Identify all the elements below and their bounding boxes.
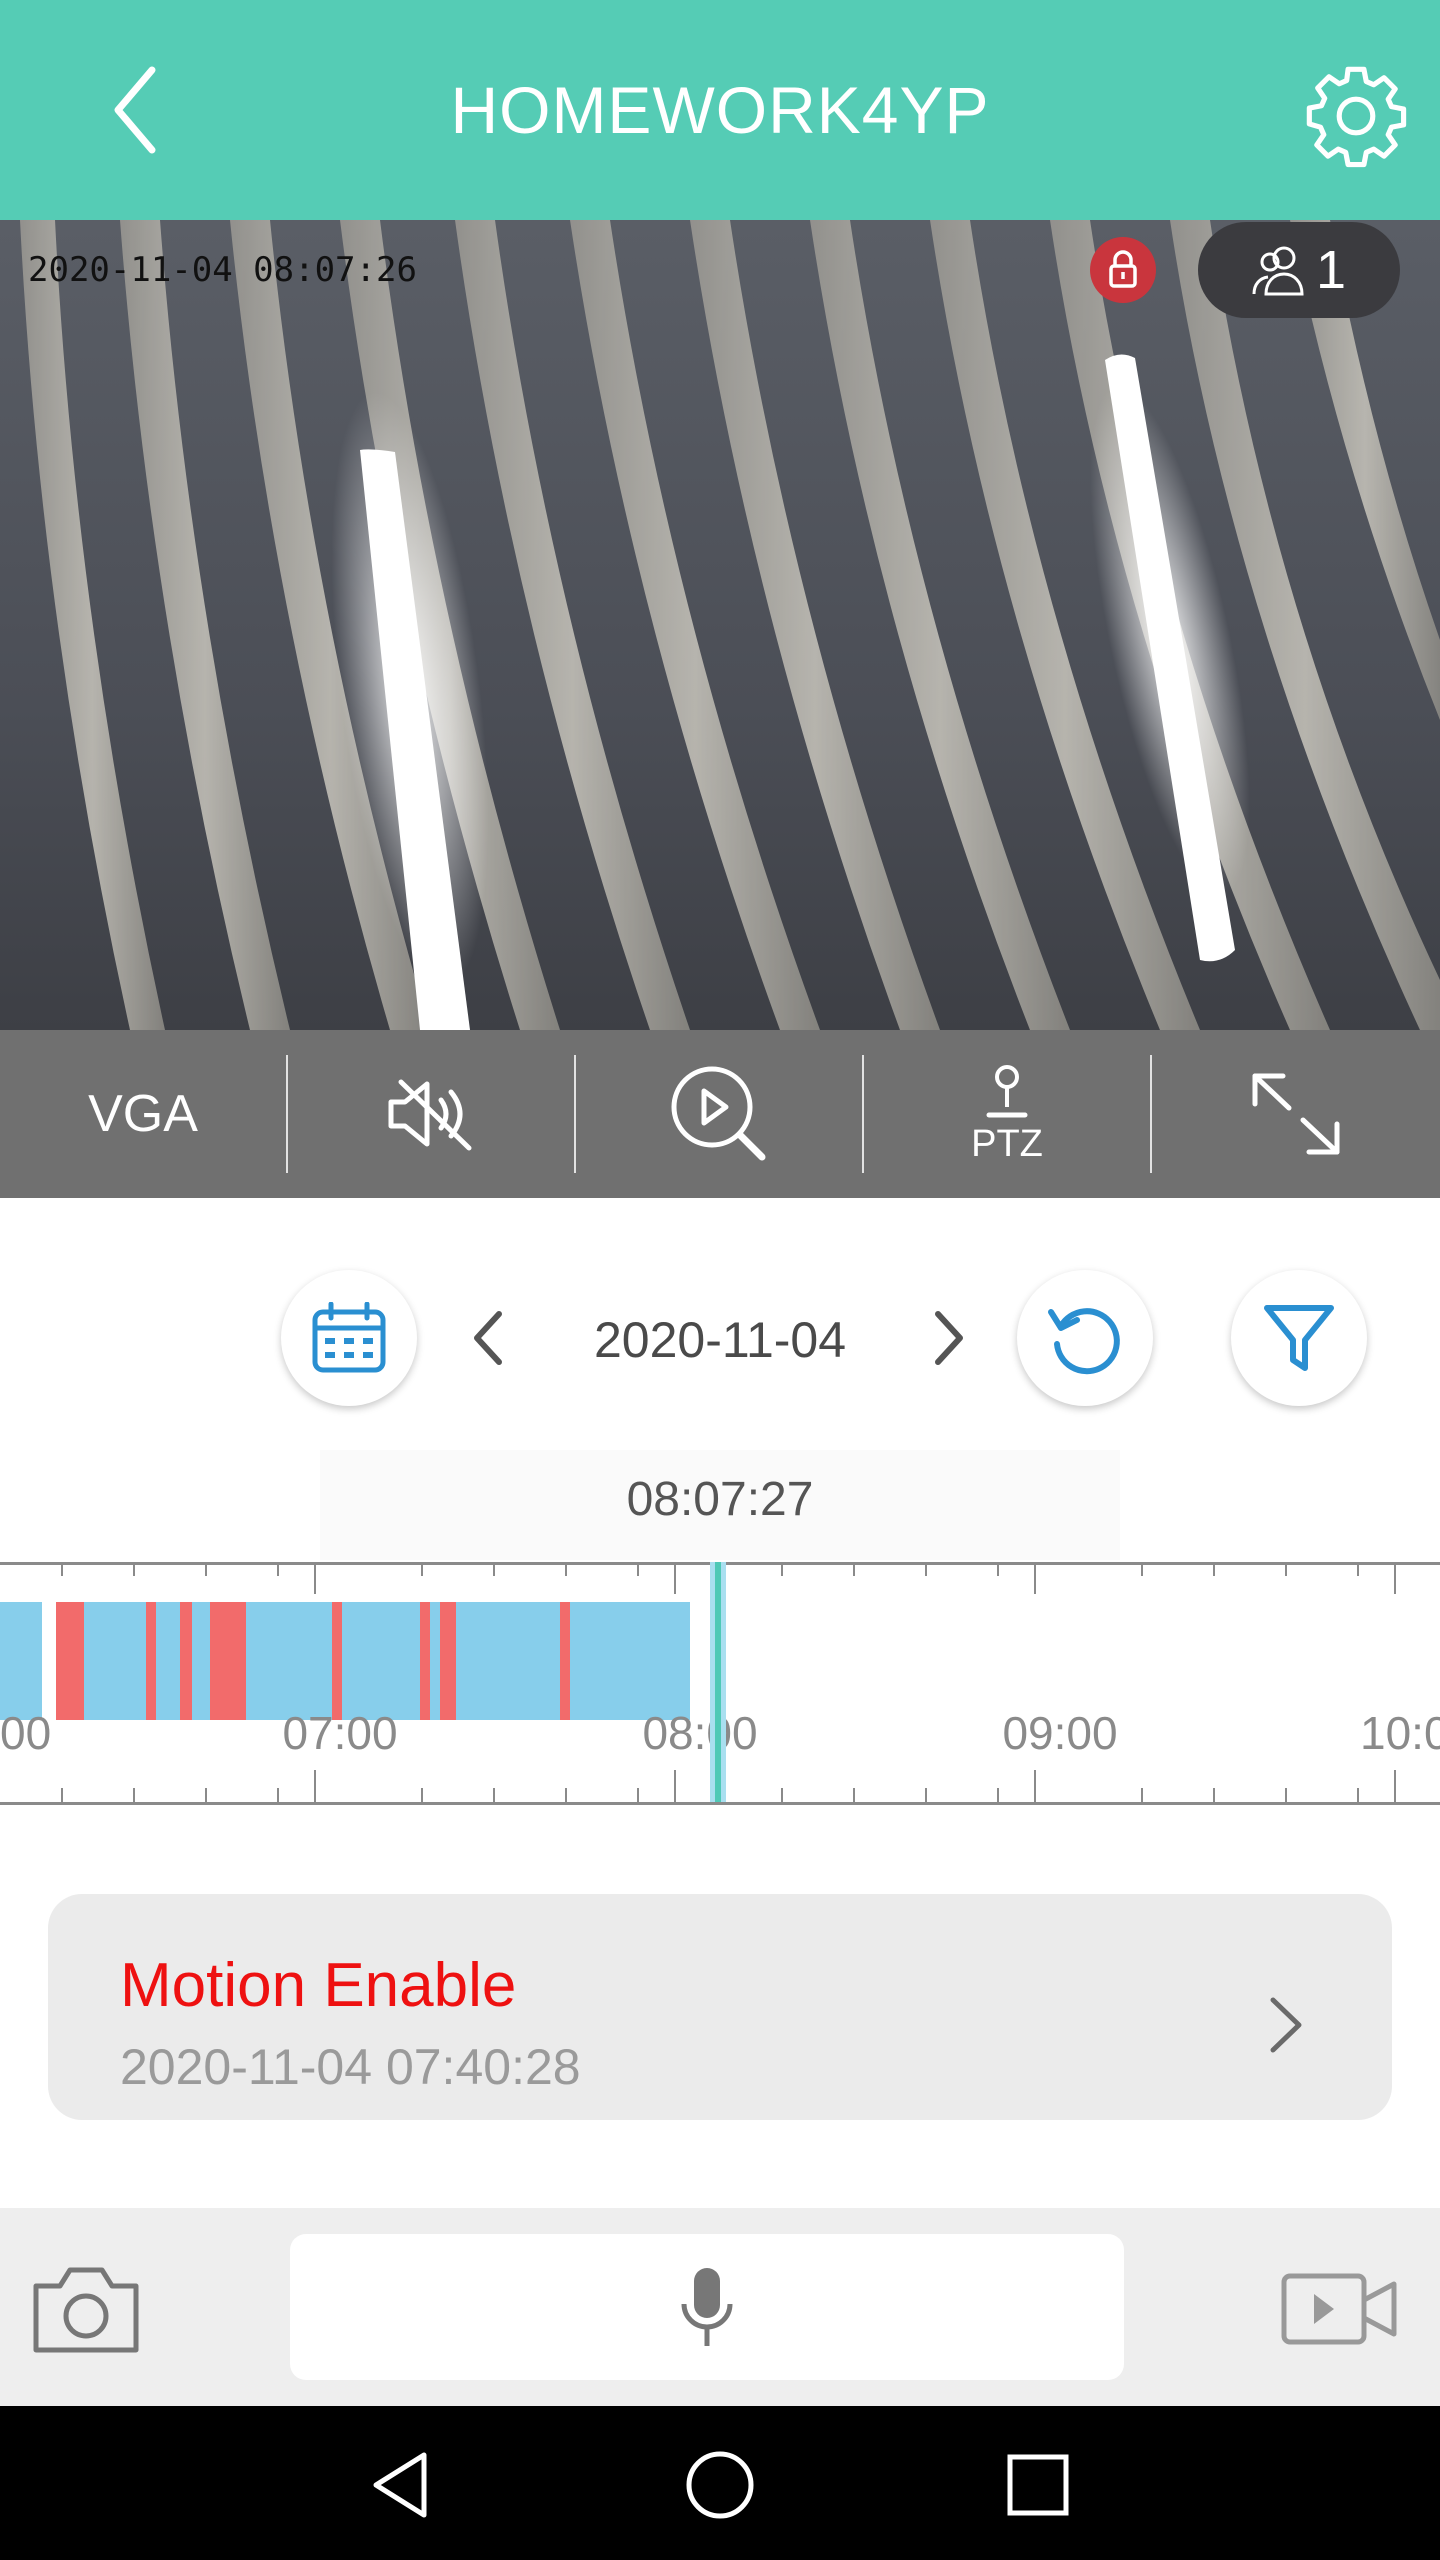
timeline-hour-label: 07:00 xyxy=(282,1707,398,1759)
system-recents-button[interactable] xyxy=(998,2445,1078,2525)
previous-date-button[interactable] xyxy=(455,1298,525,1378)
fullscreen-button[interactable] xyxy=(1152,1030,1440,1198)
chevron-right-icon xyxy=(935,1311,963,1365)
refresh-button[interactable] xyxy=(1017,1270,1153,1406)
timeline-hour-label: 09:00 xyxy=(1002,1707,1118,1759)
video-record-icon xyxy=(1281,2273,1397,2345)
recording-segment xyxy=(0,1602,42,1720)
motion-segment xyxy=(146,1602,156,1720)
system-back-button[interactable] xyxy=(362,2445,442,2525)
mute-icon xyxy=(388,1079,472,1151)
motion-segment xyxy=(560,1602,570,1720)
people-icon xyxy=(1252,246,1304,296)
calendar-button[interactable] xyxy=(281,1270,417,1406)
system-home-button[interactable] xyxy=(680,2445,760,2525)
camera-icon xyxy=(33,2267,139,2353)
next-date-button[interactable] xyxy=(912,1298,982,1378)
motion-segment xyxy=(180,1602,192,1720)
mute-button[interactable] xyxy=(288,1030,574,1198)
resolution-button[interactable]: VGA xyxy=(0,1030,286,1198)
back-button[interactable] xyxy=(90,60,190,160)
nav-home-icon xyxy=(686,2451,754,2519)
timeline-hour-label: 08:00 xyxy=(642,1707,758,1759)
refresh-icon xyxy=(1048,1308,1120,1375)
event-time: 2020-11-04 07:40:28 xyxy=(120,2039,581,2095)
ptz-button[interactable]: PTZ xyxy=(864,1030,1150,1198)
nav-recents-icon xyxy=(1007,2454,1069,2516)
timeline-hour-label: 00 xyxy=(0,1707,52,1759)
timeline-bottom-border xyxy=(0,1802,1440,1805)
settings-button[interactable] xyxy=(1300,60,1412,172)
event-open-button[interactable] xyxy=(1255,1990,1315,2060)
timeline-cursor[interactable] xyxy=(715,1562,721,1802)
nav-back-icon xyxy=(373,2452,427,2518)
ptz-label: PTZ xyxy=(971,1122,1043,1165)
motion-segment xyxy=(332,1602,342,1720)
event-title: Motion Enable xyxy=(120,1951,517,2020)
gear-icon xyxy=(1306,66,1407,168)
back-arrow-icon xyxy=(114,66,156,154)
motion-segment xyxy=(210,1602,246,1720)
chevron-left-icon xyxy=(474,1311,502,1365)
playback-search-button[interactable] xyxy=(576,1030,862,1198)
record-video-button[interactable] xyxy=(1278,2260,1400,2356)
video-frame-image xyxy=(20,220,1440,1030)
live-video-view[interactable] xyxy=(0,220,1440,1030)
search-playback-icon xyxy=(671,1066,766,1161)
page-title: HOMEWORK4YP xyxy=(450,73,990,147)
motion-segment xyxy=(420,1602,430,1720)
filter-button[interactable] xyxy=(1231,1270,1367,1406)
viewer-count: 1 xyxy=(1316,240,1347,300)
lock-button[interactable] xyxy=(1090,237,1156,303)
timeline-hour-label: 10:0 xyxy=(1360,1707,1440,1759)
chevron-right-icon xyxy=(1270,1997,1302,2053)
filter-icon xyxy=(1264,1305,1334,1371)
video-timestamp-overlay: 2020-11-04 08:07:26 xyxy=(28,250,417,290)
calendar-icon xyxy=(312,1302,386,1373)
selected-date: 2020-11-04 xyxy=(593,1312,847,1368)
ptz-joystick-icon xyxy=(986,1064,1028,1117)
lock-icon xyxy=(1109,250,1137,288)
motion-segment xyxy=(56,1602,84,1720)
resolution-label: VGA xyxy=(88,1085,198,1143)
mic-icon xyxy=(681,2268,733,2346)
expand-icon xyxy=(1252,1073,1340,1155)
talk-button[interactable] xyxy=(290,2234,1124,2380)
viewer-count-badge xyxy=(1198,222,1400,318)
snapshot-button[interactable] xyxy=(30,2256,142,2360)
current-playback-time: 08:07:27 xyxy=(626,1473,814,1526)
motion-segment xyxy=(440,1602,456,1720)
